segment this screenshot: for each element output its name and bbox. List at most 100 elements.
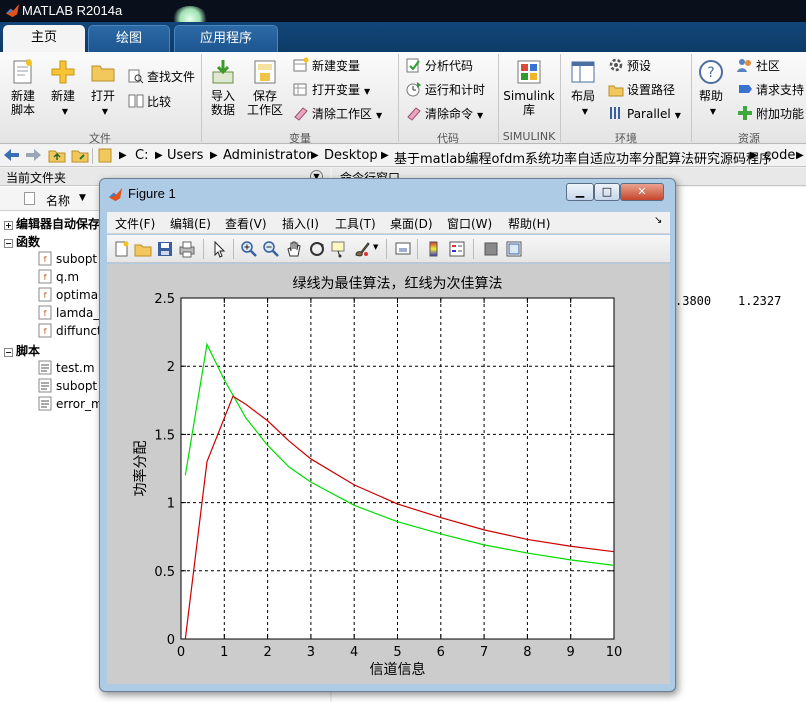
- file-item[interactable]: subopt: [38, 378, 97, 393]
- open-dropdown-icon[interactable]: ▼: [102, 107, 108, 116]
- save-workspace-icon: [254, 60, 276, 84]
- import-data-button[interactable]: 导入 数据: [206, 58, 240, 117]
- address-separator: [92, 148, 93, 164]
- preferences-button[interactable]: 预设: [608, 57, 651, 75]
- parallel-button[interactable]: Parallel ▼: [608, 105, 681, 123]
- menu-window[interactable]: 窗口(W): [447, 215, 492, 232]
- path-segment[interactable]: Users: [167, 148, 203, 163]
- compare-button[interactable]: 比较: [128, 93, 171, 111]
- print-icon[interactable]: [178, 240, 196, 258]
- layout-button[interactable]: 布局 ▼: [565, 58, 601, 119]
- pan-hand-icon[interactable]: [285, 240, 303, 258]
- zoom-in-icon[interactable]: [240, 240, 258, 258]
- find-files-button[interactable]: 查找文件: [128, 68, 195, 86]
- menu-desktop[interactable]: 桌面(D): [390, 215, 433, 232]
- brush-dropdown-icon[interactable]: ▼: [373, 243, 378, 251]
- matlab-logo-icon: [5, 3, 20, 18]
- community-button[interactable]: 社区: [737, 57, 780, 75]
- browse-folder-icon[interactable]: [71, 148, 89, 167]
- up-folder-icon[interactable]: [48, 148, 66, 167]
- find-files-icon: [128, 69, 144, 84]
- file-item[interactable]: test.m: [38, 360, 95, 375]
- menu-edit[interactable]: 编辑(E): [170, 215, 211, 232]
- tab-home[interactable]: 主页: [3, 25, 85, 52]
- collapse-icon[interactable]: −: [4, 348, 13, 357]
- menu-view[interactable]: 查看(V): [225, 215, 267, 232]
- dock-arrow-icon[interactable]: ↘: [654, 215, 662, 226]
- expand-icon[interactable]: +: [4, 221, 13, 230]
- minimize-button[interactable]: ▁: [566, 183, 594, 201]
- new-dropdown-icon[interactable]: ▼: [62, 107, 68, 116]
- link-plot-icon[interactable]: [394, 240, 412, 258]
- figure-window[interactable]: Figure 1 ▁ □ ✕ 文件(F) 编辑(E) 查看(V) 插入(I) 工…: [99, 178, 676, 692]
- file-item[interactable]: f optima: [38, 287, 98, 302]
- legend-icon[interactable]: [448, 240, 466, 258]
- section-code: 代码: [437, 132, 459, 145]
- open-variable-dropdown-icon[interactable]: ▼: [364, 87, 370, 96]
- rotate-3d-icon[interactable]: [308, 240, 326, 258]
- set-path-button[interactable]: 设置路径: [608, 81, 675, 99]
- path-segment[interactable]: 基于matlab编程ofdm系统功率自适应功率分配算法研究源码程序: [394, 148, 772, 167]
- name-column-header[interactable]: 名称: [46, 192, 70, 209]
- help-dropdown-icon[interactable]: ▼: [710, 107, 716, 116]
- add-ons-button[interactable]: 附加功能: [737, 105, 804, 123]
- tree-group-functions[interactable]: − 函数: [4, 233, 40, 250]
- path-segment[interactable]: code: [764, 148, 795, 163]
- menu-help[interactable]: 帮助(H): [508, 215, 550, 232]
- y-tick-label: 0.5: [154, 565, 175, 580]
- menu-file[interactable]: 文件(F): [115, 215, 155, 232]
- menu-tools[interactable]: 工具(T): [335, 215, 376, 232]
- script-file-icon: [38, 396, 52, 411]
- new-figure-icon[interactable]: [113, 240, 131, 258]
- path-segment[interactable]: Desktop: [324, 148, 378, 163]
- file-item[interactable]: f diffunct: [38, 323, 102, 338]
- colorbar-icon[interactable]: [425, 240, 443, 258]
- open-button[interactable]: 打开 ▼: [86, 58, 120, 119]
- back-arrow-icon[interactable]: [3, 148, 20, 166]
- open-file-icon[interactable]: [134, 240, 152, 258]
- figure-canvas[interactable]: 0 1 2 3 4 5 6 7 8 9 10 0 0.5 1 1.5 2 2.5 绿线为最佳算法，红线为次佳算法信…: [107, 264, 670, 684]
- clear-workspace-dropdown-icon[interactable]: ▼: [376, 111, 382, 120]
- open-variable-button[interactable]: 打开变量 ▼: [293, 81, 370, 99]
- forward-arrow-icon[interactable]: [25, 148, 42, 166]
- request-support-button[interactable]: 请求支持: [737, 81, 804, 99]
- tab-plots[interactable]: 绘图: [88, 25, 170, 52]
- file-item[interactable]: f subopt: [38, 251, 97, 266]
- menu-insert[interactable]: 插入(I): [282, 215, 319, 232]
- pointer-icon[interactable]: [211, 240, 229, 258]
- path-segment[interactable]: Administrator: [223, 148, 312, 163]
- analyze-code-button[interactable]: 分析代码: [406, 57, 473, 75]
- new-button[interactable]: 新建 ▼: [46, 58, 80, 119]
- new-variable-button[interactable]: 新建变量: [293, 57, 360, 75]
- collapse-icon[interactable]: −: [4, 239, 13, 248]
- tree-group-autosave[interactable]: + 编辑器自动保存: [4, 215, 100, 232]
- show-plot-tools-icon[interactable]: [505, 240, 523, 258]
- close-button[interactable]: ✕: [620, 183, 664, 201]
- file-item[interactable]: f q.m: [38, 269, 79, 284]
- layout-dropdown-icon[interactable]: ▼: [582, 107, 588, 116]
- save-workspace-button[interactable]: 保存 工作区: [246, 58, 284, 117]
- hide-plot-tools-icon[interactable]: [482, 240, 500, 258]
- help-button[interactable]: ? 帮助 ▼: [696, 58, 726, 119]
- clear-commands-button[interactable]: 清除命令 ▼: [406, 105, 483, 123]
- clear-commands-dropdown-icon[interactable]: ▼: [477, 111, 483, 120]
- import-data-icon: [212, 60, 234, 84]
- clear-workspace-button[interactable]: 清除工作区 ▼: [293, 105, 382, 123]
- maximize-button[interactable]: □: [594, 183, 620, 201]
- file-item[interactable]: error_m: [38, 396, 103, 411]
- zoom-out-icon[interactable]: [262, 240, 280, 258]
- run-and-time-button[interactable]: 运行和计时: [406, 81, 485, 99]
- simulink-library-button[interactable]: Simulink 库: [503, 58, 555, 117]
- tree-group-scripts[interactable]: − 脚本: [4, 342, 40, 359]
- new-script-button[interactable]: 新建 脚本: [6, 58, 40, 117]
- tab-apps[interactable]: 应用程序: [174, 25, 278, 52]
- path-segment[interactable]: C:: [135, 148, 148, 163]
- new-script-icon: [13, 59, 32, 84]
- save-icon[interactable]: [156, 240, 174, 258]
- parallel-dropdown-icon[interactable]: ▼: [675, 111, 681, 120]
- line-chart[interactable]: 0 1 2 3 4 5 6 7 8 9 10 0 0.5 1 1.5 2 2.5 绿线为最佳算法，红线为次佳算法信…: [107, 264, 670, 684]
- file-item[interactable]: f lamda_: [38, 305, 99, 320]
- sort-dropdown-icon[interactable]: ▼: [79, 193, 86, 203]
- brush-icon[interactable]: [353, 240, 371, 258]
- data-cursor-icon[interactable]: [330, 240, 348, 258]
